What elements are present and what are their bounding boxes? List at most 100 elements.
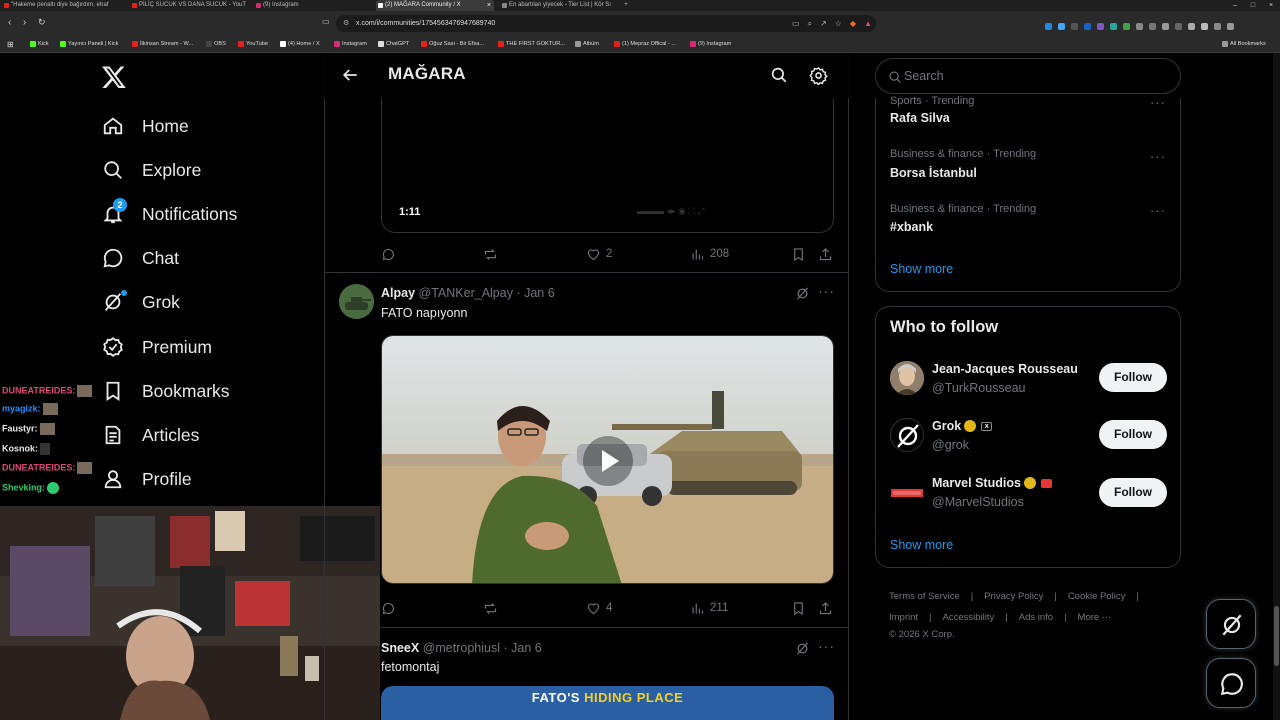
nav-explore[interactable]: Explore [100, 153, 201, 187]
more-options-icon[interactable]: ··· [818, 638, 835, 654]
search-icon[interactable] [770, 66, 788, 84]
like-button[interactable]: 2 [586, 244, 612, 264]
extension-icon[interactable] [1149, 23, 1156, 31]
extension-icon[interactable] [1071, 23, 1078, 31]
browser-tab-active[interactable]: (2) MAĞARA Community / X × [376, 0, 494, 11]
trend-name[interactable]: Borsa İstanbul [890, 166, 977, 180]
avatar[interactable] [339, 284, 374, 319]
account-name-row[interactable]: Marvel Studios [932, 476, 1052, 490]
extension-icon[interactable] [1201, 23, 1208, 31]
apps-icon[interactable]: ⊞ [7, 36, 14, 53]
bookmark-star-icon[interactable]: ☆ [835, 19, 842, 28]
nav-bookmarks[interactable]: Bookmarks [100, 374, 230, 408]
play-button[interactable] [583, 436, 633, 486]
video-controls[interactable]: ▬▬▬ ◂▸ ◉ ⛶ ⤢ [637, 206, 704, 217]
extension-icon[interactable] [1188, 23, 1195, 31]
screen-icon[interactable]: ▭ [792, 19, 800, 28]
bookmark-item[interactable]: YouTube [238, 36, 268, 53]
bookmark-button[interactable] [791, 244, 811, 264]
all-bookmarks[interactable]: All Bookmarks [1222, 36, 1266, 53]
nav-articles[interactable]: Articles [100, 418, 199, 452]
views-button[interactable]: 211 [690, 598, 728, 618]
bookmark-item[interactable]: (9) Instagram [690, 36, 731, 53]
bookmark-item[interactable]: İlkinsan Stream - W... [132, 36, 193, 53]
browser-tab[interactable]: (9) Instagram [254, 0, 372, 11]
nav-grok[interactable]: Grok [100, 285, 180, 319]
gear-icon[interactable] [809, 66, 828, 85]
more-options-icon[interactable]: ··· [818, 283, 835, 299]
avatar[interactable] [890, 361, 924, 395]
maximize-icon[interactable]: □ [1244, 0, 1262, 11]
footer-link[interactable]: Imprint [889, 612, 918, 623]
extension-icon[interactable] [1110, 23, 1117, 31]
who-to-follow-show-more[interactable]: Show more [890, 538, 953, 552]
bookmark-button[interactable] [791, 598, 811, 618]
post-video[interactable] [381, 335, 834, 584]
nav-profile[interactable]: Profile [100, 462, 192, 496]
footer-link[interactable]: Accessibility [943, 612, 995, 623]
scrollbar[interactable] [1273, 53, 1280, 720]
zoom-icon[interactable]: ⌕ [808, 19, 812, 28]
browser-tab[interactable]: En abartılan yiyecek - Tier List | Kör S… [500, 0, 614, 11]
x-logo-icon[interactable] [101, 64, 127, 90]
bookmark-item[interactable]: THE FIRST GOKTUR... [498, 36, 565, 53]
menu-icon[interactable] [1227, 23, 1234, 31]
nav-home[interactable]: Home [100, 109, 189, 143]
share-button[interactable] [818, 244, 838, 264]
footer-link[interactable]: Cookie Policy [1068, 591, 1126, 602]
nav-chat[interactable]: Chat [100, 241, 179, 275]
reply-button[interactable] [381, 244, 401, 264]
post-author[interactable]: SneeX @metrophiusl · Jan 6 [381, 641, 542, 655]
avatar[interactable] [890, 476, 924, 510]
more-options-icon[interactable]: ··· [1150, 203, 1166, 218]
account-name[interactable]: Jean-Jacques Rousseau [932, 362, 1078, 376]
bookmark-item[interactable]: Oğuz Sasi - Bir Efsa... [421, 36, 484, 53]
extension-icon[interactable] [1123, 23, 1130, 31]
bookmark-item[interactable]: ChatGPT [378, 36, 409, 53]
views-button[interactable]: 208 [690, 244, 729, 264]
extension-icon[interactable] [1097, 23, 1104, 31]
share-button[interactable] [818, 598, 838, 618]
close-tab-icon[interactable]: × [487, 0, 491, 11]
reload-icon[interactable]: ↻ [38, 17, 46, 28]
browser-tab[interactable]: PİLİÇ SUCUK VS DANA SUCUK - YouT [130, 0, 250, 11]
bookmark-item[interactable]: (1) Mepraz Offical - ... [614, 36, 676, 53]
search-input[interactable]: Search [875, 58, 1181, 94]
back-arrow-icon[interactable] [340, 65, 360, 85]
bookmark-item[interactable]: OBS [206, 36, 226, 53]
extension-icon[interactable] [1136, 23, 1143, 31]
back-icon[interactable]: ‹ [8, 17, 11, 28]
bookmark-item[interactable]: Yayıncı Paneli | Kick [60, 36, 118, 53]
bookmark-item[interactable]: Albüm [575, 36, 599, 53]
grok-fab-button[interactable] [1206, 599, 1256, 649]
extension-icon[interactable] [1058, 23, 1065, 31]
follow-button[interactable]: Follow [1099, 420, 1167, 449]
minimize-icon[interactable]: – [1226, 0, 1244, 11]
extension-icon[interactable] [1045, 23, 1052, 31]
site-info-icon[interactable]: ⚙ [343, 15, 349, 32]
grok-icon[interactable] [795, 286, 810, 301]
post-author[interactable]: Alpay @TANKer_Alpay · Jan 6 [381, 286, 555, 300]
forward-icon[interactable]: › [23, 17, 26, 28]
repost-button[interactable] [483, 598, 503, 618]
avatar[interactable] [890, 418, 924, 452]
follow-button[interactable]: Follow [1099, 478, 1167, 507]
extension-icon[interactable] [1162, 23, 1169, 31]
like-button[interactable]: 4 [586, 598, 612, 618]
bookmark-item[interactable]: (4) Home / X [280, 36, 320, 53]
bookmark-item[interactable]: Kick [30, 36, 49, 53]
reply-button[interactable] [381, 598, 401, 618]
sidebar-toggle-icon[interactable]: ▭ [322, 17, 330, 26]
close-window-icon[interactable]: × [1262, 0, 1280, 11]
more-options-icon[interactable]: ··· [1150, 95, 1166, 110]
trends-show-more[interactable]: Show more [890, 262, 953, 276]
new-tab-button[interactable]: + [620, 0, 632, 11]
grok-icon[interactable] [795, 641, 810, 656]
follow-button[interactable]: Follow [1099, 363, 1167, 392]
bookmark-item[interactable]: Instagram [334, 36, 367, 53]
trend-name[interactable]: #xbank [890, 220, 933, 234]
rewards-icon[interactable]: ▲ [864, 19, 872, 28]
scrollbar-thumb[interactable] [1274, 606, 1279, 666]
video-player[interactable]: 1:11 ▬▬▬ ◂▸ ◉ ⛶ ⤢ [381, 98, 834, 233]
chat-fab-button[interactable] [1206, 658, 1256, 708]
